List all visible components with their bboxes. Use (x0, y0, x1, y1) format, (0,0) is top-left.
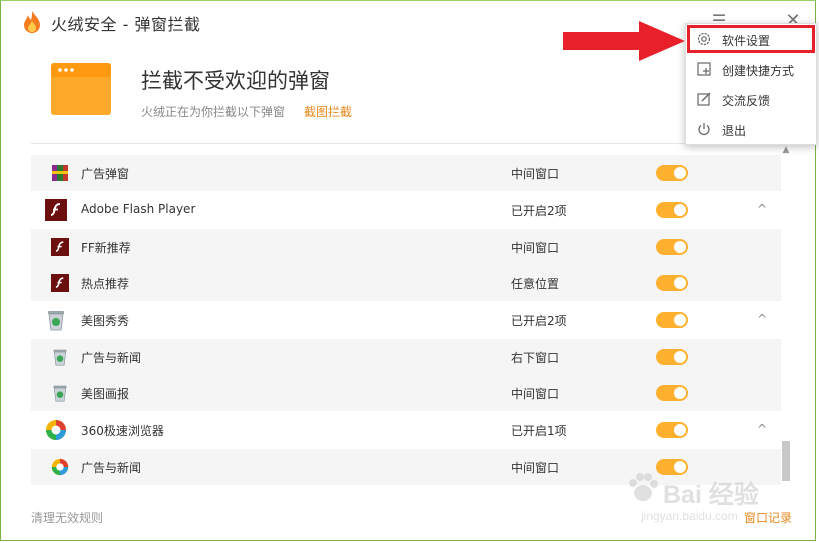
app-status: 已开启2项 (511, 204, 567, 218)
rule-name: FF新推荐 (81, 241, 131, 255)
rule-name: 广告弹窗 (81, 167, 130, 181)
rule-toggle[interactable] (656, 385, 688, 401)
app-window: 火绒安全 - 弹窗拦截 ☰ ✕ 拦截不受欢迎的弹窗 火绒正在为你拦截以下弹窗 截… (0, 0, 817, 541)
header-subtitle: 火绒正在为你拦截以下弹窗 (141, 105, 286, 119)
rule-status: 中间窗口 (511, 387, 560, 401)
menu-item-label: 退出 (722, 124, 747, 138)
clean-invalid-rules-link[interactable]: 清理无效规则 (31, 509, 103, 526)
winrar-icon (52, 165, 68, 181)
feedback-icon (697, 92, 711, 106)
menu-item-label: 软件设置 (722, 34, 771, 48)
huorong-logo-icon (24, 11, 40, 33)
rule-row: 美图画报 中间窗口 (31, 375, 781, 411)
window-history-link[interactable]: 窗口记录 (744, 509, 792, 526)
menu-item-label: 创建快捷方式 (722, 64, 795, 78)
menu-item-settings[interactable]: 软件设置 (686, 24, 816, 54)
popup-window-icon (51, 63, 111, 115)
gear-icon (697, 32, 711, 46)
menu-item-create-shortcut[interactable]: 创建快捷方式 (686, 54, 816, 84)
rule-status: 右下窗口 (511, 351, 560, 365)
rule-toggle[interactable] (656, 165, 688, 181)
flash-icon (45, 199, 67, 221)
menu-item-label: 交流反馈 (722, 94, 771, 108)
rule-row: 广告与新闻 右下窗口 (31, 339, 781, 375)
collapse-chevron-up-icon[interactable]: ^ (753, 200, 771, 218)
recycle-bin-icon (53, 385, 67, 402)
app-title: 火绒安全 - 弹窗拦截 (51, 15, 201, 34)
rule-toggle[interactable] (656, 239, 688, 255)
flash-icon (51, 238, 69, 256)
rule-name: 广告与新闻 (81, 351, 142, 365)
red-arrow-annotation-icon (563, 21, 685, 61)
watermark-url: jingyan.baidu.com (641, 509, 738, 523)
app-name: Adobe Flash Player (81, 202, 196, 216)
app-toggle[interactable] (656, 312, 688, 328)
app-group-row[interactable]: 美图秀秀 已开启2项 ^ (31, 301, 781, 339)
scroll-up-arrow-icon[interactable]: ▲ (780, 145, 792, 157)
power-icon (698, 123, 710, 136)
rule-name: 美图画报 (81, 387, 130, 401)
header-title: 拦截不受欢迎的弹窗 (141, 69, 330, 93)
app-name: 360极速浏览器 (81, 424, 164, 438)
popup-rule-list: 广告弹窗 中间窗口 Adobe Flash Player 已开启2项 ^ FF新… (31, 155, 781, 493)
rule-row: FF新推荐 中间窗口 (31, 229, 781, 265)
browser-360-icon (51, 458, 69, 476)
browser-360-icon (46, 420, 66, 440)
rule-row: 热点推荐 任意位置 (31, 265, 781, 301)
rule-row: 广告弹窗 中间窗口 (31, 155, 781, 191)
rule-status: 中间窗口 (511, 461, 560, 475)
shortcut-icon (697, 62, 711, 76)
app-status: 已开启2项 (511, 314, 567, 328)
rule-name: 广告与新闻 (81, 461, 142, 475)
rule-toggle[interactable] (656, 275, 688, 291)
screenshot-block-link[interactable]: 截图拦截 (304, 103, 352, 120)
recycle-bin-icon (48, 311, 64, 331)
app-group-row[interactable]: Adobe Flash Player 已开启2项 ^ (31, 191, 781, 229)
app-group-row[interactable]: 360极速浏览器 已开启1项 ^ (31, 411, 781, 449)
paw-logo-icon (629, 473, 658, 501)
rule-name: 热点推荐 (81, 277, 130, 291)
menu-item-feedback[interactable]: 交流反馈 (686, 84, 816, 114)
rule-status: 任意位置 (511, 277, 560, 291)
rule-toggle[interactable] (656, 349, 688, 365)
flash-icon (51, 274, 69, 292)
rule-status: 中间窗口 (511, 241, 560, 255)
settings-dropdown-menu: 软件设置 创建快捷方式 交流反馈 退出 (685, 23, 817, 145)
collapse-chevron-up-icon[interactable]: ^ (753, 310, 771, 328)
app-status: 已开启1项 (511, 424, 567, 438)
rule-status: 中间窗口 (511, 167, 560, 181)
watermark-brand: Bai 经验 (663, 481, 759, 509)
app-name: 美图秀秀 (81, 314, 130, 328)
app-toggle[interactable] (656, 422, 688, 438)
collapse-chevron-up-icon[interactable]: ^ (753, 420, 771, 438)
app-toggle[interactable] (656, 202, 688, 218)
menu-item-exit[interactable]: 退出 (686, 114, 816, 144)
recycle-bin-icon (53, 349, 67, 366)
header-divider (31, 143, 785, 144)
